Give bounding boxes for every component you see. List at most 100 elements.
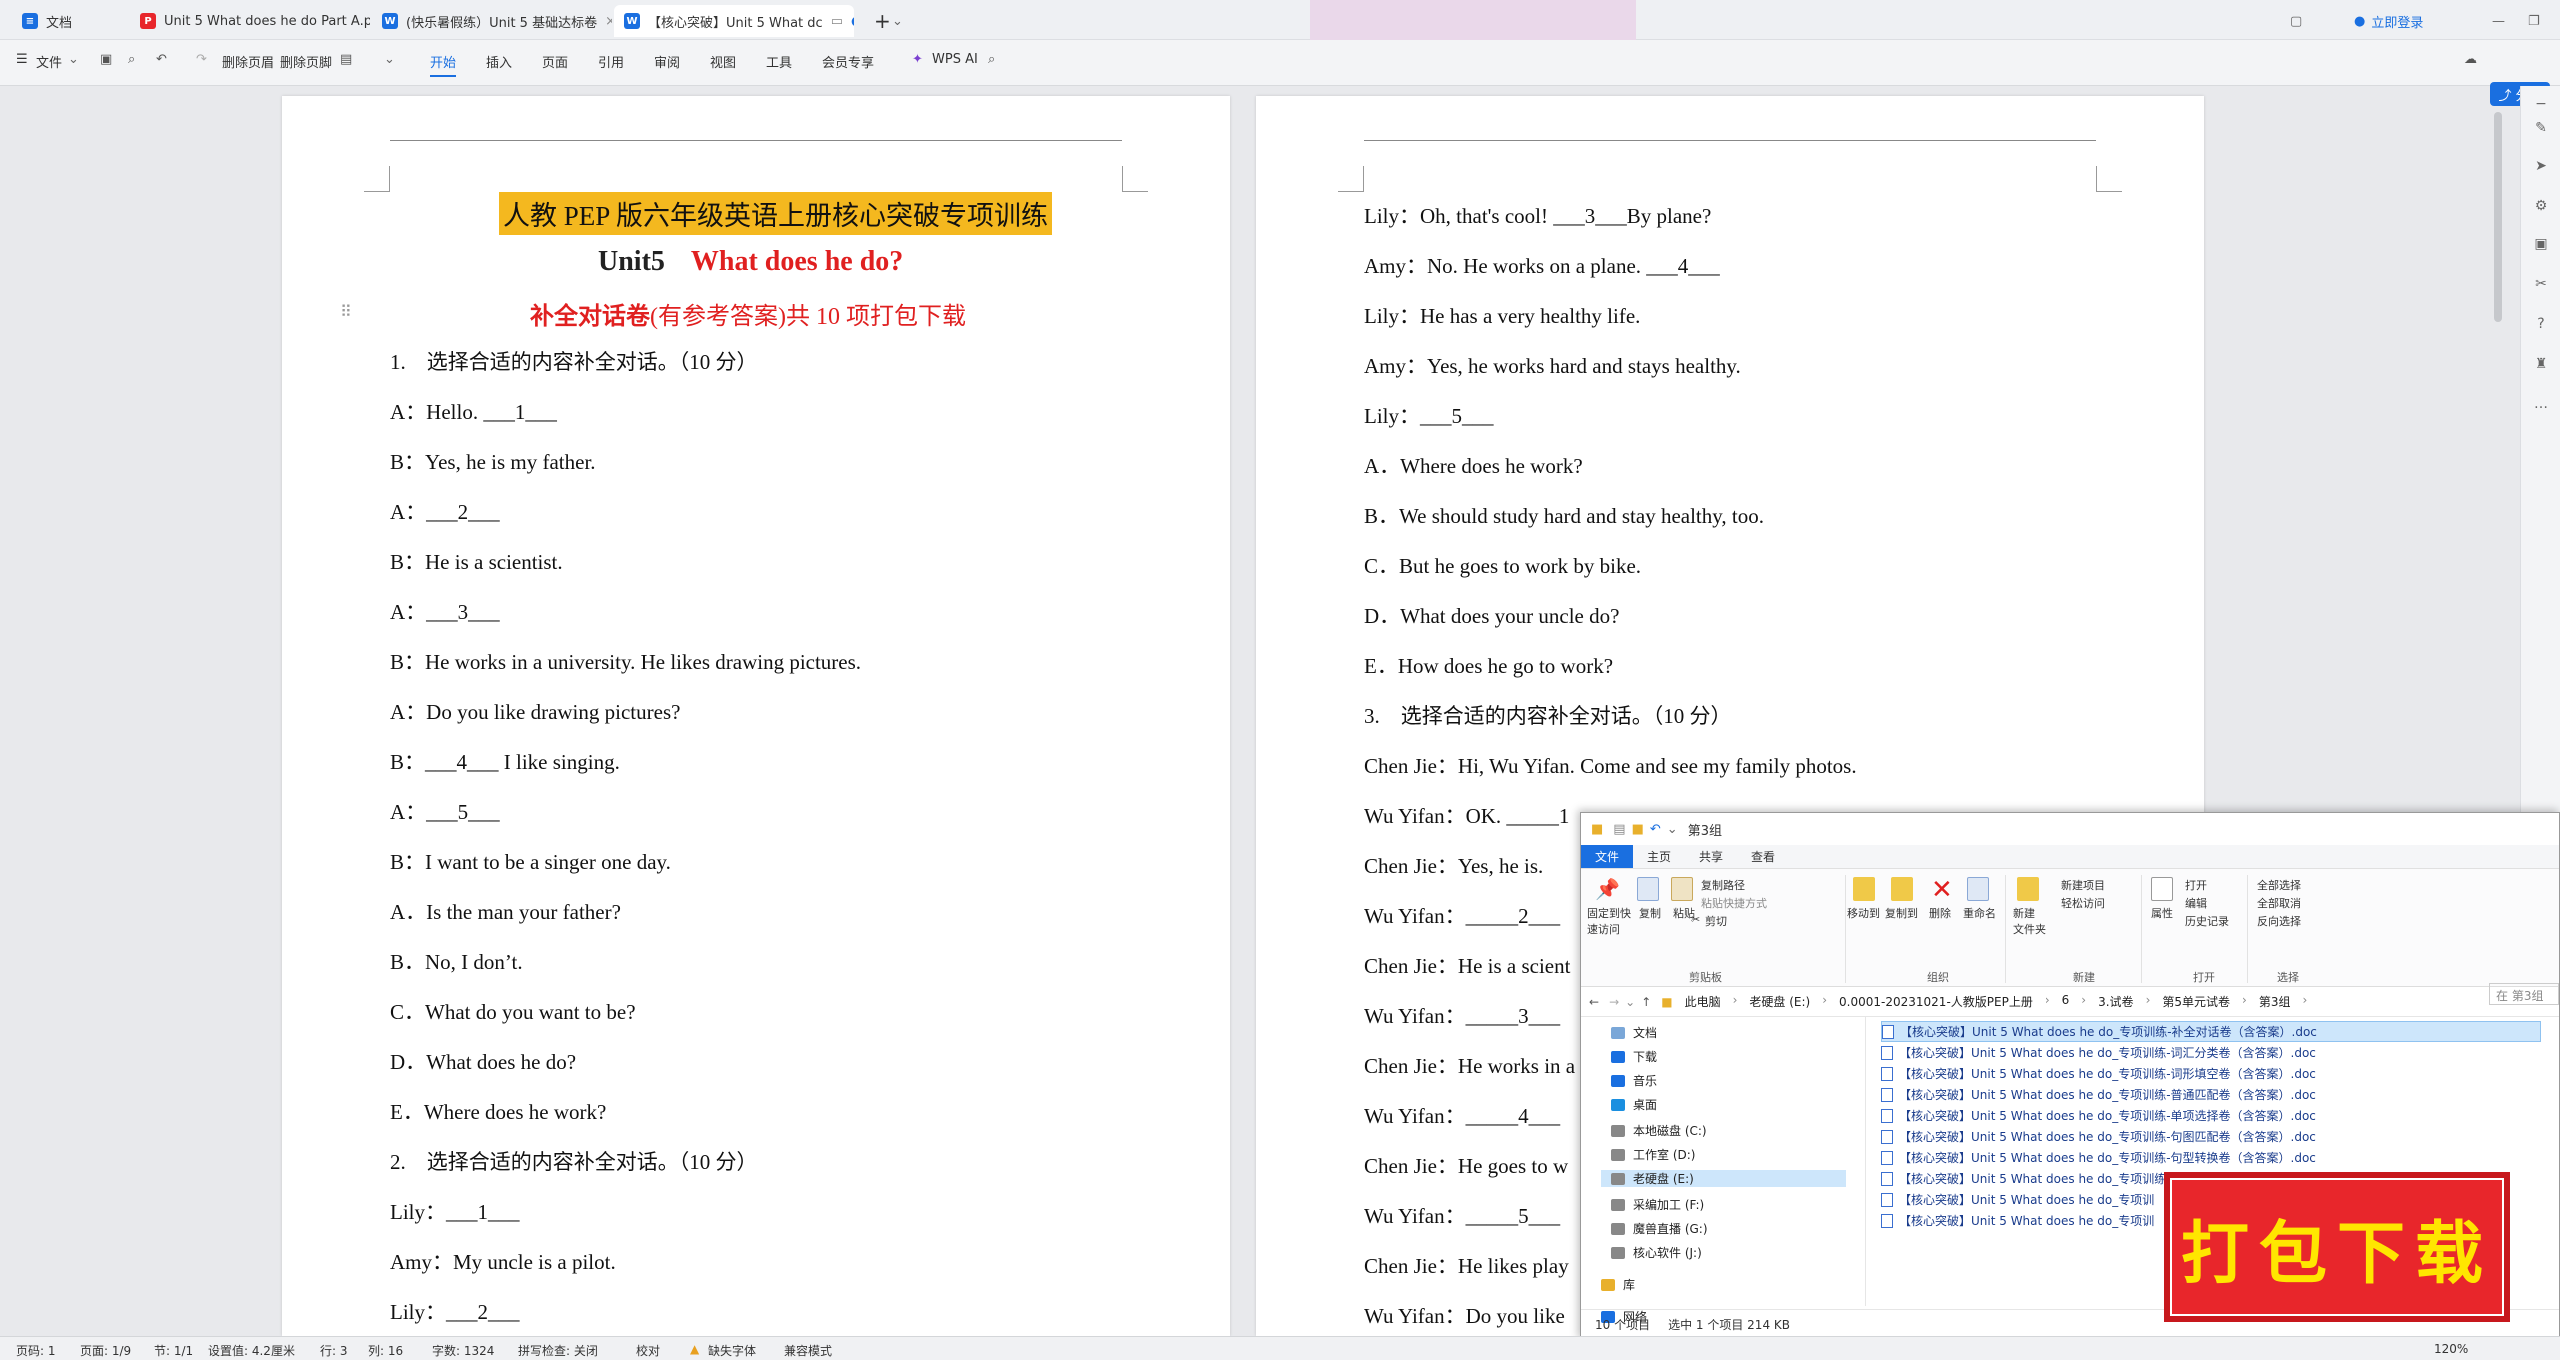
nav-item[interactable]: 音乐 [1611,1072,1657,1089]
file-item[interactable]: 【核心突破】Unit 5 What does he do_专项训练-句图匹配卷（… [1881,1126,2541,1147]
open-button[interactable]: 打开 [2185,877,2207,893]
tab-pdf[interactable]: P Unit 5 What does he do Part A.pdf [130,5,370,37]
delete-button[interactable]: 删除 [1929,905,1951,921]
pointer-icon[interactable]: ➤ [2533,158,2549,174]
undo-icon[interactable]: ↶ [156,52,167,67]
new-folder-icon[interactable]: ■ [1632,822,1644,837]
delete-footer-button[interactable]: 删除页脚 [280,52,332,71]
settings-slider-icon[interactable]: ⚙ [2533,198,2549,214]
move-to-button[interactable]: 移动到 [1847,905,1880,921]
invert-selection-button[interactable]: 反向选择 [2257,913,2301,929]
status-missing-font[interactable]: 缺失字体 [708,1342,756,1359]
shirt-icon[interactable]: ♜ [2533,356,2549,372]
breadcrumb-item[interactable]: 6 [2062,993,2070,1010]
move-to-icon[interactable] [1853,877,1875,901]
chevron-down-icon[interactable]: ⌄ [882,5,912,37]
scrollbar-thumb[interactable] [2494,112,2502,322]
nav-item[interactable]: 下载 [1611,1048,1657,1065]
nav-item[interactable]: 魔兽直播 (G:) [1611,1220,1708,1237]
help-icon[interactable]: ? [2533,316,2549,332]
tab-doc-basic[interactable]: W (快乐暑假练）Unit 5 基础达标卷 × [372,5,612,37]
file-item[interactable]: 【核心突破】Unit 5 What does he do_专项训练-补全对话卷（… [1881,1021,2541,1042]
file-item[interactable]: 【核心突破】Unit 5 What does he do_专项训练-单项选择卷（… [1881,1105,2541,1126]
forward-icon[interactable]: → [1609,995,1619,1009]
copy-button[interactable]: 复制 [1639,905,1661,921]
copy-to-icon[interactable] [1891,877,1913,901]
status-proof[interactable]: 校对 [636,1342,660,1359]
search-icon[interactable]: ⌕ [988,52,995,67]
breadcrumb-item[interactable]: 3.试卷 [2098,993,2133,1010]
save-icon[interactable]: ▣ [100,52,112,67]
tab-reference[interactable]: 引用 [598,52,624,71]
properties-button[interactable]: 属性 [2151,905,2173,921]
status-pages[interactable]: 页面: 1/9 [80,1342,131,1359]
restore-icon[interactable]: ❐ [2518,5,2548,37]
file-item[interactable]: 【核心突破】Unit 5 What does he do_专项训练-句型转换卷（… [1881,1147,2541,1168]
file-menu[interactable]: 文件 [36,52,62,71]
tab-view[interactable]: 查看 [1737,845,1789,868]
new-folder-icon[interactable] [2017,877,2039,901]
tab-tools[interactable]: 工具 [766,52,792,71]
cloud-icon[interactable]: ☁ [2464,52,2477,67]
minus-icon[interactable]: − [2533,96,2549,112]
pin-icon[interactable]: 📌 [1595,877,1620,901]
drag-handle-icon[interactable]: ⠿ [340,302,352,321]
zoom-level[interactable]: 120% [2434,1342,2468,1356]
wps-ai-button[interactable]: WPS AI [932,52,978,67]
nav-item[interactable]: 桌面 [1611,1096,1657,1113]
paste-icon[interactable] [1671,877,1693,901]
more-icon[interactable]: … [2533,396,2549,412]
rename-icon[interactable] [1967,877,1989,901]
tab-share[interactable]: 共享 [1685,845,1737,868]
back-icon[interactable]: ← [1589,995,1599,1009]
easy-access-button[interactable]: 轻松访问 [2061,895,2105,911]
tab-doc-active[interactable]: W 【核心突破】Unit 5 What dc ▭ ● [614,5,854,37]
delete-icon[interactable]: ✕ [1931,875,1953,905]
file-item[interactable]: 【核心突破】Unit 5 What does he do_专项训练-普通匹配卷（… [1881,1084,2541,1105]
undo-icon[interactable]: ↶ [1650,822,1661,837]
pen-icon[interactable]: ✎ [2533,120,2549,136]
breadcrumb-item[interactable]: 第3组 [2259,993,2291,1010]
tab-view[interactable]: 视图 [710,52,736,71]
file-item[interactable]: 【核心突破】Unit 5 What does he do_专项训练-词汇分类卷（… [1881,1042,2541,1063]
file-item[interactable]: 【核心突破】Unit 5 What does he do_专项训练-词形填空卷（… [1881,1063,2541,1084]
chevron-down-icon[interactable]: ⌄ [1625,995,1635,1009]
nav-item[interactable]: 采编加工 (F:) [1611,1196,1704,1213]
tab-start[interactable]: 开始 [430,52,457,77]
monitor-icon[interactable]: ▭ [831,14,843,29]
nav-item[interactable]: 核心软件 (J:) [1611,1244,1702,1261]
tab-page[interactable]: 页面 [542,52,568,71]
copy-icon[interactable] [1637,877,1659,901]
address-bar[interactable]: ← → ⌄ ↑ ■ 此电脑 › 老硬盘 (E:) › 0.0001-20231021-人… [1581,987,2559,1017]
tab-insert[interactable]: 插入 [486,52,512,71]
delete-header-button[interactable]: 删除页眉 [222,52,274,71]
properties-icon[interactable] [2151,877,2173,901]
up-icon[interactable]: ↑ [1641,995,1651,1009]
tab-home[interactable]: 主页 [1633,845,1685,868]
copy-to-button[interactable]: 复制到 [1885,905,1918,921]
image-icon[interactable]: ▣ [2533,236,2549,252]
properties-icon[interactable]: ▤ [1613,822,1625,837]
chevron-down-icon[interactable]: ⌄ [68,52,79,67]
nav-item[interactable]: 老硬盘 (E:) [1601,1170,1846,1187]
pin-button[interactable]: 固定到快 速访问 [1587,905,1631,937]
search-doc-icon[interactable]: ⌕ [128,52,135,67]
tab-review[interactable]: 审阅 [654,52,680,71]
nav-item[interactable]: 库 [1601,1276,1635,1293]
nav-item[interactable]: 本地磁盘 (C:) [1611,1122,1707,1139]
close-icon[interactable]: × [605,14,612,29]
breadcrumb-item[interactable]: 0.0001-20231021-人教版PEP上册 [1839,993,2033,1010]
nav-item[interactable]: 工作室 (D:) [1611,1146,1695,1163]
status-words[interactable]: 字数: 1324 [432,1342,494,1359]
redo-icon[interactable]: ↷ [196,52,207,67]
menu-icon[interactable]: ☰ [16,52,28,67]
login-link[interactable]: ● 立即登录 [2344,5,2464,37]
breadcrumb-item[interactable]: 此电脑 [1685,993,1721,1010]
chevron-down-icon[interactable]: ⌄ [384,52,395,67]
tab-file[interactable]: 文件 [1581,845,1634,868]
select-all-button[interactable]: 全部选择 [2257,877,2301,893]
breadcrumb-item[interactable]: 老硬盘 (E:) [1749,993,1810,1010]
paste-shortcut-button[interactable]: 粘贴快捷方式 [1701,895,1767,911]
nav-item[interactable]: 文档 [1611,1024,1657,1041]
cut-icon[interactable]: ✂ [1691,913,1700,926]
